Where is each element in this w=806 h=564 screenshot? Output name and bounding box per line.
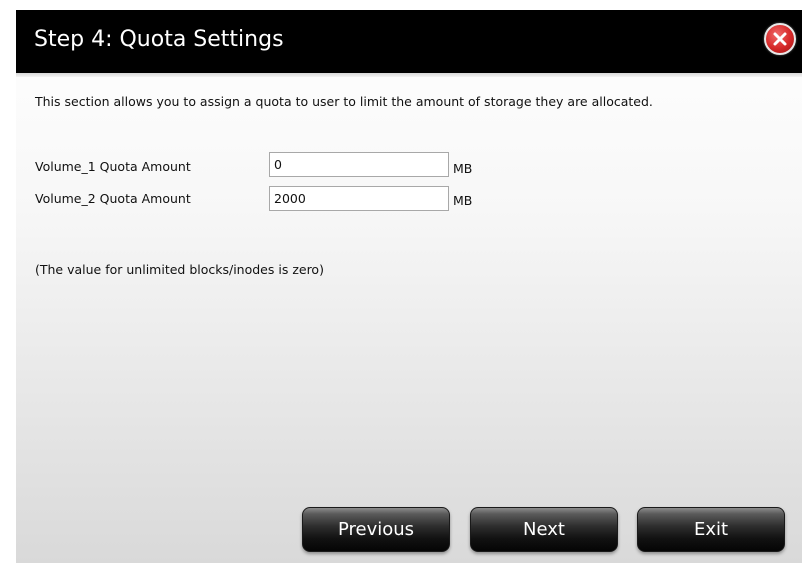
next-button[interactable]: Next [470, 507, 618, 552]
exit-button[interactable]: Exit [637, 507, 785, 552]
volume-2-unit: MB [453, 193, 473, 208]
title-bar: Step 4: Quota Settings [16, 10, 802, 73]
dialog-title: Step 4: Quota Settings [34, 27, 284, 52]
close-button[interactable] [764, 23, 796, 55]
volume-1-quota-input[interactable] [269, 152, 449, 177]
title-divider [16, 73, 802, 77]
close-x-icon [773, 32, 787, 46]
volume-1-quota-label: Volume_1 Quota Amount [35, 159, 191, 174]
section-description: This section allows you to assign a quot… [35, 94, 653, 109]
volume-1-unit: MB [453, 161, 473, 176]
quota-settings-dialog: Step 4: Quota Settings This section allo… [16, 10, 802, 563]
unlimited-note: (The value for unlimited blocks/inodes i… [35, 262, 324, 277]
volume-2-quota-label: Volume_2 Quota Amount [35, 191, 191, 206]
previous-button[interactable]: Previous [302, 507, 450, 552]
volume-2-quota-input[interactable] [269, 186, 449, 211]
